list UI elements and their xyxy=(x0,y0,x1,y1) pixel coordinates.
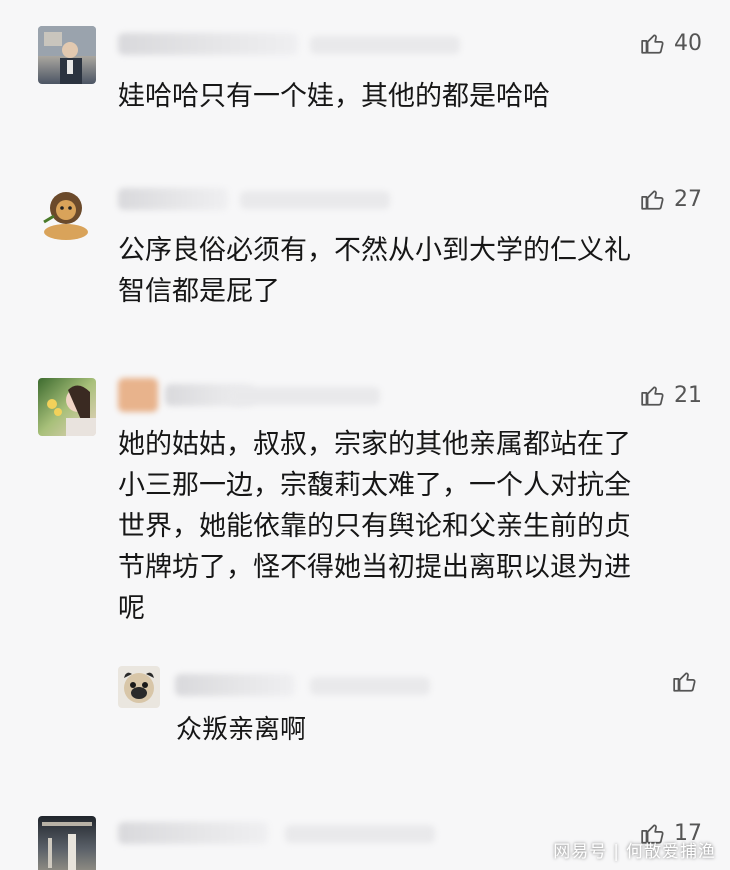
reply-timestamp-blurred xyxy=(310,677,430,695)
avatar[interactable] xyxy=(118,666,160,708)
username-blurred[interactable] xyxy=(118,33,298,55)
username-blurred[interactable] xyxy=(118,822,268,844)
watermark-author: 何散爱捕渔 xyxy=(626,842,716,862)
like-count: 40 xyxy=(674,30,702,56)
comment-text: 她的姑姑，叔叔，宗家的其他亲属都站在了 小三那一边，宗馥莉太难了，一个人对抗全 … xyxy=(118,429,631,624)
reply-text: 众叛亲离啊 xyxy=(176,715,307,745)
like-button[interactable]: 21 xyxy=(640,382,702,408)
photo-avatar-icon xyxy=(42,822,92,870)
pug-avatar-icon xyxy=(124,672,154,703)
thumbs-up-icon xyxy=(641,34,664,54)
timestamp-blurred xyxy=(310,36,460,54)
girl-with-flowers-avatar-icon xyxy=(47,385,96,436)
comment-text: 娃哈哈只有一个娃，其他的都是哈哈 xyxy=(118,81,550,112)
like-count: 27 xyxy=(674,186,702,212)
watermark-separator: | xyxy=(613,842,620,862)
person-photo-icon xyxy=(38,26,96,84)
comment-text: 公序良俗必须有，不然从小到大学的仁义礼 智信都是屁了 xyxy=(118,235,631,307)
timestamp-blurred xyxy=(230,387,380,405)
watermark-source: 网易号 xyxy=(553,842,608,862)
like-button[interactable]: 40 xyxy=(640,30,702,56)
username-blurred[interactable] xyxy=(118,188,228,210)
thumbs-up-icon xyxy=(673,672,696,692)
timestamp-blurred xyxy=(285,825,435,843)
watermark: 网易号 | 何散爱捕渔 xyxy=(553,837,716,862)
thumbs-up-icon xyxy=(641,190,664,210)
reply-like-button[interactable] xyxy=(672,668,706,694)
thumbs-up-icon xyxy=(641,386,664,406)
avatar[interactable] xyxy=(38,186,96,244)
avatar[interactable] xyxy=(38,378,96,436)
reply-username-blurred[interactable] xyxy=(175,674,295,696)
avatar[interactable] xyxy=(38,26,96,84)
username-blurred[interactable] xyxy=(118,378,158,412)
avatar[interactable] xyxy=(38,816,96,870)
like-count: 21 xyxy=(674,382,702,408)
timestamp-blurred xyxy=(240,191,390,209)
lion-avatar-icon xyxy=(43,192,88,240)
like-button[interactable]: 27 xyxy=(640,186,702,212)
